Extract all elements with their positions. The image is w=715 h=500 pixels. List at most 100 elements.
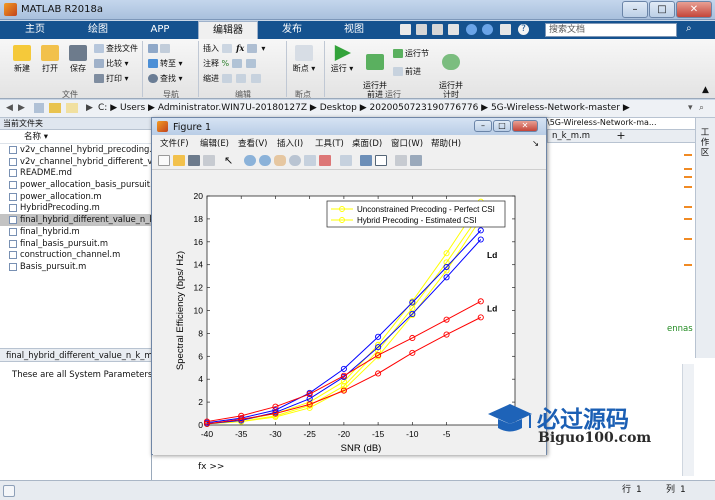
legend[interactable]: Unconstrained Precoding - Perfect CSI Hyb… <box>326 200 506 228</box>
tab-editor[interactable]: 编辑器 <box>198 21 258 39</box>
menu-desktop[interactable]: 桌面(D) <box>352 137 382 151</box>
hide-plot-tools-icon[interactable] <box>395 155 407 166</box>
maximize-button[interactable]: □ <box>649 1 675 18</box>
save-quick-icon[interactable] <box>400 24 411 35</box>
menu-file[interactable]: 文件(F) <box>160 137 189 151</box>
new-tab-button[interactable]: + <box>614 129 628 143</box>
undo-quick-icon[interactable] <box>466 24 477 35</box>
column-header-name[interactable]: 名称 ▾ <box>0 130 151 144</box>
print-figure-icon[interactable] <box>203 155 215 166</box>
copy-quick-icon[interactable] <box>432 24 443 35</box>
zoom-in-icon[interactable] <box>244 155 256 166</box>
new-button[interactable]: 新建 <box>8 45 36 74</box>
warning-marker[interactable] <box>684 238 692 240</box>
file-item[interactable]: HybridPrecoding.m <box>0 202 151 214</box>
browse-folder-icon[interactable] <box>49 103 61 113</box>
menu-window[interactable]: 窗口(W) <box>391 137 423 151</box>
link-plot-icon[interactable] <box>340 155 352 166</box>
cut-quick-icon[interactable] <box>416 24 427 35</box>
warning-marker[interactable] <box>684 218 692 220</box>
address-dropdown-icon[interactable]: ▾ <box>688 100 693 117</box>
breadcrumb-item[interactable]: Users <box>120 103 145 113</box>
rotate-3d-icon[interactable] <box>289 155 301 166</box>
open-button[interactable]: 打开 <box>36 45 64 74</box>
find-button[interactable]: 查找 ▾ <box>148 72 183 85</box>
collapse-ribbon-icon[interactable]: ▲ <box>702 85 709 95</box>
file-item[interactable]: final_hybrid.m <box>0 226 151 238</box>
file-item-selected[interactable]: final_hybrid_different_value_n_k_m.m <box>0 214 151 226</box>
figure-maximize-button[interactable]: □ <box>493 120 511 132</box>
breadcrumb-item[interactable]: C: <box>98 103 107 113</box>
fx-button[interactable]: fx <box>236 43 244 53</box>
back-icon[interactable]: ◀ <box>6 100 13 117</box>
file-item[interactable]: README.md <box>0 167 151 179</box>
up-folder-icon[interactable] <box>34 103 44 113</box>
find-files-button[interactable]: 查找文件 <box>94 42 138 55</box>
zoom-out-icon[interactable] <box>259 155 271 166</box>
warning-marker[interactable] <box>684 264 692 266</box>
advance-button[interactable]: 前进 <box>393 65 421 78</box>
workspace-side-tab[interactable]: 工作区 <box>695 118 715 358</box>
save-figure-icon[interactable] <box>188 155 200 166</box>
file-item[interactable]: power_allocation.m <box>0 191 151 203</box>
comment-button[interactable]: 注释 % <box>203 57 258 70</box>
edit-plot-icon[interactable]: ↖ <box>224 155 236 166</box>
file-item[interactable]: power_allocation_basis_pursuit.m <box>0 179 151 191</box>
run-button[interactable]: 运行 ▾ <box>328 45 356 74</box>
data-cursor-icon[interactable] <box>304 155 316 166</box>
warning-marker[interactable] <box>684 186 692 188</box>
tab-apps[interactable]: APP <box>132 21 188 39</box>
figure-minimize-button[interactable]: – <box>474 120 492 132</box>
breadcrumb-item[interactable]: Desktop <box>320 103 357 113</box>
figure-close-button[interactable]: ✕ <box>512 120 538 132</box>
help-quick-icon[interactable]: ? <box>518 24 529 35</box>
brush-icon[interactable] <box>319 155 331 166</box>
warning-marker[interactable] <box>684 206 692 208</box>
breadcrumb-item[interactable]: Administrator.WIN7U-20180127Z <box>158 103 307 113</box>
menu-insert[interactable]: 插入(I) <box>277 137 303 151</box>
file-item[interactable]: v2v_channel_hybrid_different_value.m <box>0 156 151 168</box>
insert-legend-icon[interactable] <box>375 155 387 166</box>
compare-button[interactable]: 比较 ▾ <box>94 57 129 70</box>
file-item[interactable]: final_basis_pursuit.m <box>0 238 151 250</box>
pan-icon[interactable] <box>274 155 286 166</box>
close-button[interactable]: ✕ <box>676 1 712 18</box>
tab-view[interactable]: 视图 <box>326 21 382 39</box>
breadcrumb-item[interactable]: 5G-Wireless-Network-master <box>491 103 620 113</box>
search-docs-input[interactable]: 搜索文档 <box>545 23 677 37</box>
insert-colorbar-icon[interactable] <box>360 155 372 166</box>
paste-quick-icon[interactable] <box>448 24 459 35</box>
menu-view[interactable]: 查看(V) <box>238 137 267 151</box>
breadcrumb-item[interactable]: 2020050723190776776 <box>370 103 479 113</box>
status-indicator-icon[interactable] <box>3 485 15 497</box>
tab-plots[interactable]: 绘图 <box>70 21 126 39</box>
indent-button[interactable]: 缩进 <box>203 72 263 85</box>
menu-tools[interactable]: 工具(T) <box>315 137 344 151</box>
menu-dock-icon[interactable]: ↘ <box>532 137 539 151</box>
command-scrollbar[interactable] <box>682 364 694 476</box>
command-prompt[interactable]: fx >> <box>198 462 224 472</box>
menu-help[interactable]: 帮助(H) <box>431 137 461 151</box>
print-button[interactable]: 打印 ▾ <box>94 72 129 85</box>
forward-icon[interactable]: ▶ <box>18 100 25 117</box>
show-plot-tools-icon[interactable] <box>410 155 422 166</box>
search-icon[interactable]: ⌕ <box>686 23 698 35</box>
redo-quick-icon[interactable] <box>482 24 493 35</box>
file-item[interactable]: construction_channel.m <box>0 249 151 261</box>
warning-marker[interactable] <box>684 176 692 178</box>
address-search-icon[interactable]: ⌕ <box>699 100 704 117</box>
save-button[interactable]: 保存 <box>64 45 92 74</box>
tab-publish[interactable]: 发布 <box>264 21 320 39</box>
minimize-button[interactable]: – <box>622 1 648 18</box>
tab-home[interactable]: 主页 <box>8 21 62 39</box>
breakpoints-button[interactable]: 断点 ▾ <box>290 45 318 74</box>
goto-button[interactable]: 转至 ▾ <box>148 57 183 70</box>
run-section-button[interactable]: 运行节 <box>393 47 429 60</box>
open-file-icon[interactable] <box>173 155 185 166</box>
run-time-button[interactable]: 运行并 计时 <box>436 45 466 99</box>
file-item[interactable]: v2v_channel_hybrid_precoding.m <box>0 144 151 156</box>
warning-marker[interactable] <box>684 154 692 156</box>
insert-button[interactable]: 插入 fx ▾ <box>203 42 265 55</box>
menu-edit[interactable]: 编辑(E) <box>200 137 229 151</box>
warning-marker[interactable] <box>684 168 692 170</box>
